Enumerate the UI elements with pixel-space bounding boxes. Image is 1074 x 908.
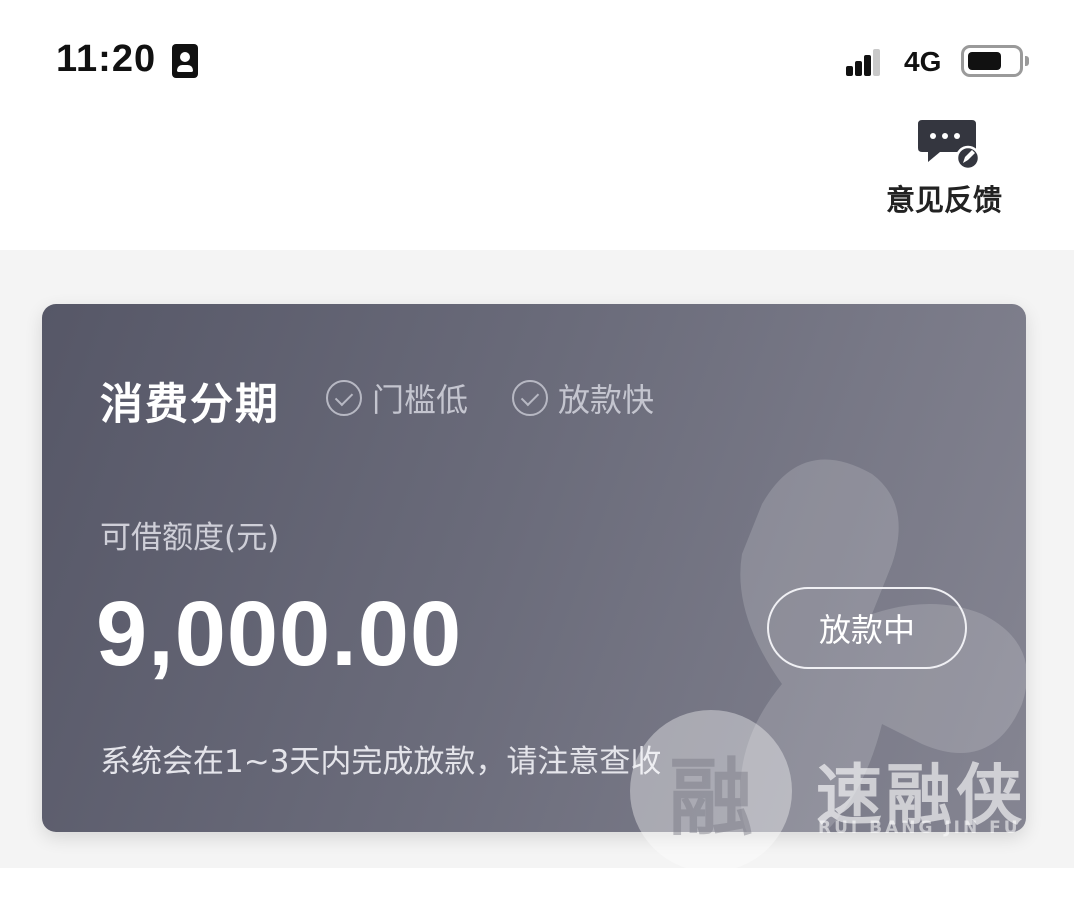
status-bar: 11:20 4G xyxy=(0,0,1074,120)
tag-label: 放款快 xyxy=(558,381,655,419)
network-type: 4G xyxy=(904,46,942,77)
signal-icon xyxy=(846,48,882,76)
feedback-chat-icon xyxy=(918,120,981,170)
payout-notice: 系统会在1~3天内完成放款，请注意查收 xyxy=(100,744,662,780)
check-circle-icon xyxy=(512,380,548,416)
watermark-glyph: 融 xyxy=(668,748,753,847)
tag-label: 门槛低 xyxy=(372,381,469,419)
watermark-subtitle: RUI BANG JIN FU xyxy=(818,818,1021,838)
watermark-circle: 融 xyxy=(630,710,792,872)
tag-low-threshold: 门槛低 xyxy=(326,376,468,420)
tag-fast-payout: 放款快 xyxy=(512,376,654,420)
battery-icon xyxy=(961,45,1029,77)
check-circle-icon xyxy=(326,380,362,416)
quota-label: 可借额度(元) xyxy=(100,520,280,556)
payout-status-button[interactable]: 放款中 xyxy=(767,587,967,669)
feedback-label: 意见反馈 xyxy=(886,183,1003,217)
loan-amount: 9,000.00 xyxy=(96,583,463,685)
feedback-button[interactable]: 意见反馈 xyxy=(880,115,1020,217)
status-time: 11:20 xyxy=(56,38,157,80)
watermark-logo: 融 速融侠 RUI BANG JIN FU xyxy=(630,710,1050,880)
id-card-icon xyxy=(172,44,198,78)
card-title: 消费分期 xyxy=(100,380,280,430)
